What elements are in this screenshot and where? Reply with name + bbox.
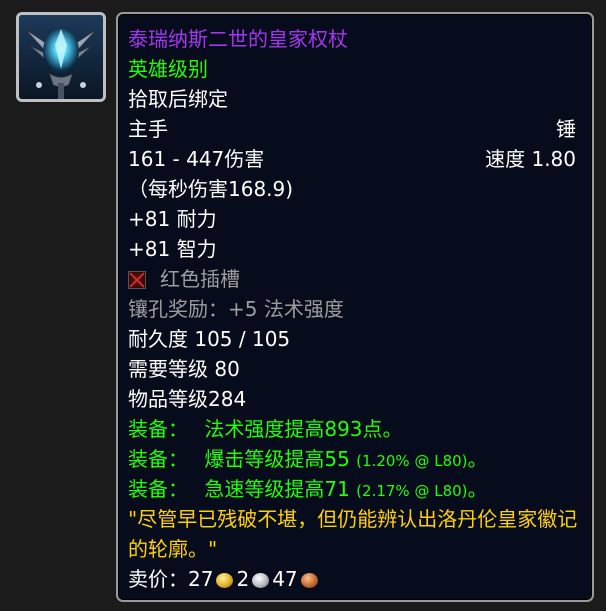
equip-suffix: 。 bbox=[467, 477, 488, 501]
equip-prefix: 装备： bbox=[128, 417, 188, 441]
equip-effect-2: 装备： 爆击等级提高55 (1.20% @ L80)。 bbox=[128, 444, 582, 474]
equip-text: 急速等级提高71 bbox=[204, 477, 350, 501]
socket-row: 红色插槽 bbox=[128, 264, 582, 294]
equip-text: 爆击等级提高55 bbox=[204, 447, 350, 471]
mace-icon[interactable] bbox=[16, 12, 106, 102]
item-binding: 拾取后绑定 bbox=[128, 87, 228, 111]
slot-row: 主手 锤 bbox=[128, 114, 582, 144]
mace-icon-art bbox=[19, 15, 103, 99]
equip-prefix: 装备： bbox=[128, 447, 188, 471]
sell-silver: 2 bbox=[236, 567, 250, 591]
equip-text: 法术强度提高893点。 bbox=[204, 417, 403, 441]
equip-extra: (1.20% @ L80) bbox=[356, 452, 468, 470]
sell-copper: 47 bbox=[272, 567, 298, 591]
sell-label: 卖价： bbox=[128, 567, 188, 591]
flavor-text: "尽管早已残破不堪，但仍能辨认出洛丹伦皇家徽记的轮廓。" bbox=[128, 507, 578, 561]
item-dps: （每秒伤害168.9) bbox=[128, 177, 294, 201]
silver-coin-icon bbox=[252, 573, 270, 588]
item-speed: 速度 1.80 bbox=[485, 147, 576, 171]
red-socket-icon bbox=[128, 271, 146, 289]
sell-price-row: 卖价：27 2 47 bbox=[128, 564, 582, 594]
stat-intellect: +81 智力 bbox=[128, 237, 217, 261]
item-type: 锤 bbox=[556, 117, 576, 141]
stat-stamina: +81 耐力 bbox=[128, 207, 217, 231]
copper-coin-icon bbox=[300, 573, 318, 588]
durability: 耐久度 105 / 105 bbox=[128, 327, 291, 351]
gold-coin-icon bbox=[216, 573, 234, 588]
damage-row: 161 - 447伤害 速度 1.80 bbox=[128, 144, 582, 174]
socket-label: 红色插槽 bbox=[160, 267, 240, 291]
equip-prefix: 装备： bbox=[128, 477, 188, 501]
equip-extra: (2.17% @ L80) bbox=[356, 482, 468, 500]
item-damage: 161 - 447伤害 bbox=[128, 147, 265, 171]
item-level: 物品等级284 bbox=[128, 387, 247, 411]
socket-bonus: 镶孔奖励：+5 法术强度 bbox=[128, 297, 344, 321]
item-tooltip-screen: 泰瑞纳斯二世的皇家权杖 英雄级别 拾取后绑定 主手 锤 161 - 447伤害 … bbox=[0, 0, 606, 611]
item-slot: 主手 bbox=[128, 117, 168, 141]
sell-gold: 27 bbox=[188, 567, 214, 591]
item-tooltip: 泰瑞纳斯二世的皇家权杖 英雄级别 拾取后绑定 主手 锤 161 - 447伤害 … bbox=[116, 12, 594, 602]
equip-suffix: 。 bbox=[467, 447, 488, 471]
required-level: 需要等级 80 bbox=[128, 357, 240, 381]
equip-effect-1: 装备： 法术强度提高893点。 bbox=[128, 414, 582, 444]
equip-effect-3: 装备： 急速等级提高71 (2.17% @ L80)。 bbox=[128, 474, 582, 504]
item-name: 泰瑞纳斯二世的皇家权杖 bbox=[128, 27, 348, 51]
item-quality: 英雄级别 bbox=[128, 57, 208, 81]
